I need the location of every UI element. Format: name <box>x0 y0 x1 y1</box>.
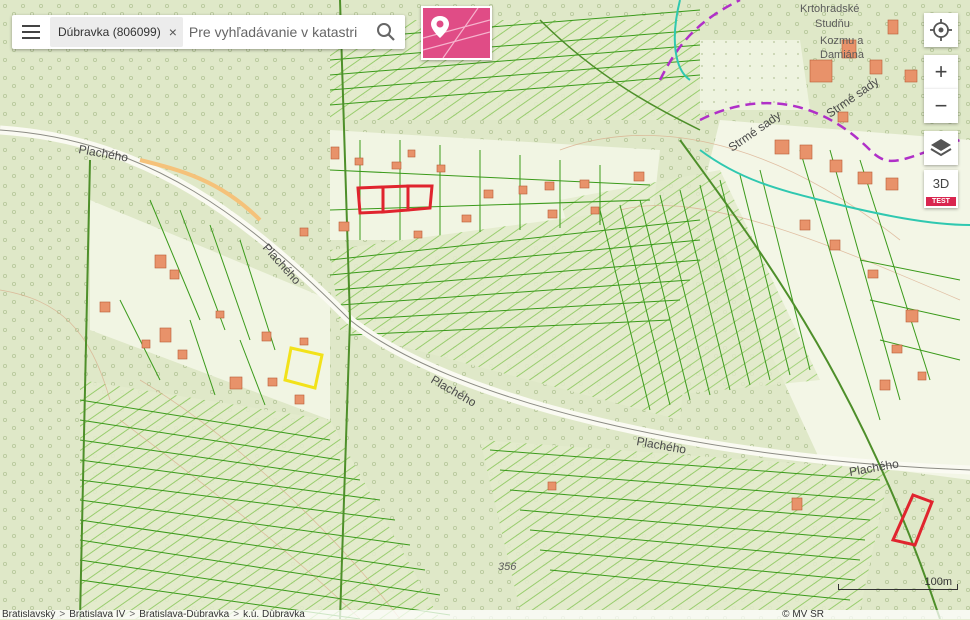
search-icon[interactable] <box>371 15 401 49</box>
zoom-in-button[interactable]: + <box>924 55 958 89</box>
location-poi-button[interactable] <box>421 6 492 60</box>
cadastre-filter-chip: Dúbravka (806099) × <box>50 17 183 47</box>
test-badge: TEST <box>926 197 956 206</box>
breadcrumb-separator: > <box>233 610 240 619</box>
breadcrumb-separator: > <box>129 610 136 619</box>
map-pin-icon <box>423 8 490 58</box>
scale-bar: 100m <box>838 576 958 590</box>
search-box: Dúbravka (806099) × <box>12 15 405 49</box>
locate-me-button[interactable] <box>924 13 958 47</box>
chip-close-icon[interactable]: × <box>169 24 177 40</box>
hamburger-icon <box>22 23 40 41</box>
layers-icon <box>930 139 952 157</box>
elevation-label: 356 <box>498 561 517 573</box>
breadcrumb-item[interactable]: Bratislava-Dúbravka <box>137 610 231 619</box>
scale-line <box>838 584 958 590</box>
street-label: Kozmu a <box>820 35 864 47</box>
zoom-out-button[interactable]: − <box>924 89 958 123</box>
cadastral-map[interactable]: Plachého Plachého Plachého Plachého Plac… <box>0 0 970 619</box>
3d-mode-button[interactable]: 3D TEST <box>924 170 958 208</box>
menu-button[interactable] <box>12 15 50 49</box>
chip-label: Dúbravka (806099) <box>58 25 161 39</box>
breadcrumb: Bratislavský > Bratislava IV > Bratislav… <box>0 610 970 619</box>
street-label: Damiána <box>820 49 865 61</box>
3d-label: 3D <box>932 176 950 191</box>
layers-button[interactable] <box>924 131 958 165</box>
zoom-out-icon: − <box>934 93 948 118</box>
crosshair-icon <box>930 19 952 41</box>
copyright: © MV SR <box>782 609 824 620</box>
breadcrumb-item[interactable]: Bratislavský <box>0 610 57 619</box>
street-label: Krtohradské <box>800 3 859 15</box>
breadcrumb-separator: > <box>59 610 66 619</box>
street-label: Studňu <box>815 18 850 30</box>
zoom-in-icon: + <box>934 59 948 84</box>
search-input[interactable] <box>186 23 371 41</box>
breadcrumb-item[interactable]: Bratislava IV <box>67 610 127 619</box>
breadcrumb-item[interactable]: k.ú. Dúbravka <box>241 610 307 619</box>
